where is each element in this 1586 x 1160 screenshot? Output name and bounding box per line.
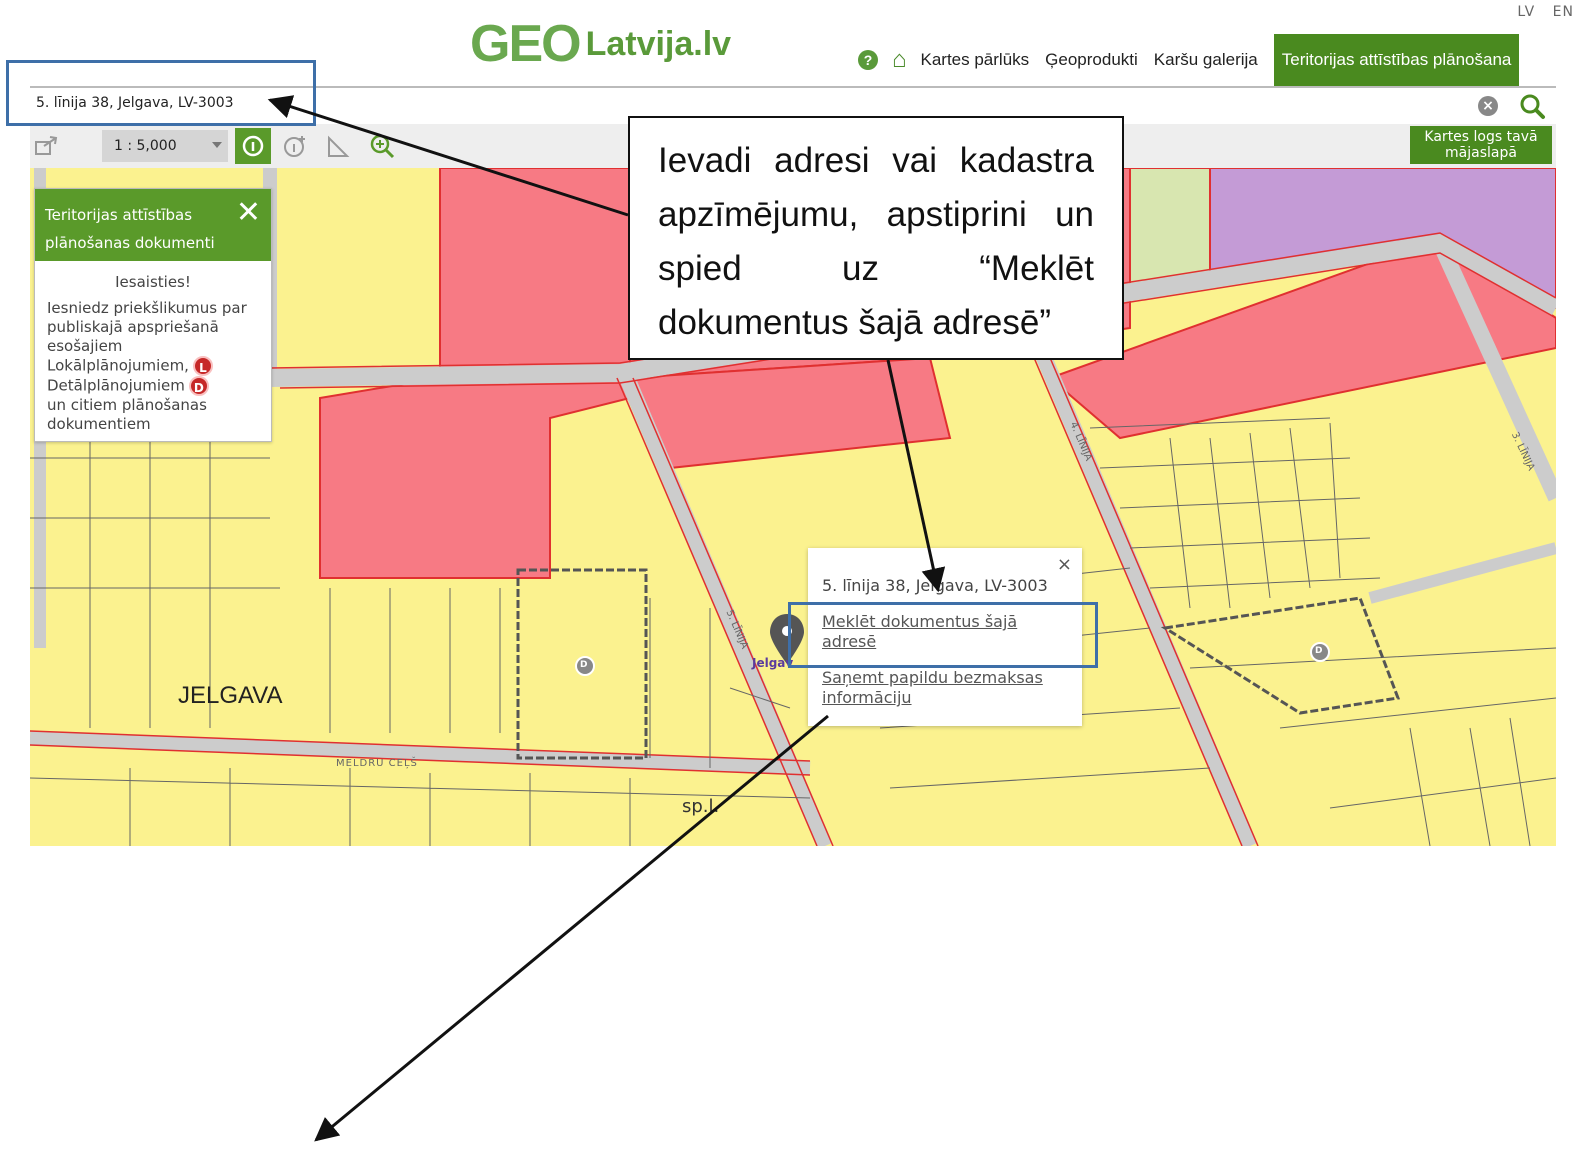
panel-body: Iesniedz priekšlikumus par publiskajā ap… [35, 291, 271, 434]
lang-en[interactable]: EN [1553, 4, 1574, 20]
callout-text: Ievadi adresi vai kadastra apzīmējumu, a… [658, 141, 1094, 342]
panel-line3[interactable]: Detālplānojumiem [47, 377, 185, 395]
d-marker-left-label: D [580, 660, 588, 670]
local-plan-badge: L [192, 356, 213, 376]
geolatvija-logo[interactable]: GEO Latvija.lv [470, 14, 731, 74]
clear-search-icon[interactable]: × [1478, 96, 1498, 116]
panel-line4: un citiem plānošanas dokumentiem [47, 396, 207, 433]
detail-plan-right [1160, 596, 1401, 715]
get-info-link[interactable]: Saņemt papildu bezmaksas informāciju [822, 668, 1062, 708]
nav-item-map-gallery[interactable]: Karšu galerija [1154, 50, 1258, 70]
nav-item-map-browser[interactable]: Kartes pārlūks [921, 50, 1030, 70]
home-icon[interactable]: ⌂ [892, 48, 907, 72]
popup-close-icon[interactable]: × [1057, 554, 1072, 575]
nav-item-geoproducts[interactable]: Ģeoprodukti [1045, 50, 1138, 70]
city-label: JELGAVA [178, 682, 283, 709]
lang-lv[interactable]: LV [1517, 4, 1535, 20]
panel-line2[interactable]: Lokālplānojumiem, [47, 357, 189, 375]
share-icon[interactable] [32, 132, 60, 160]
zoom-icon[interactable] [368, 132, 396, 160]
logo-latvija: Latvija.lv [585, 24, 732, 63]
search-icon[interactable] [1518, 92, 1546, 120]
planning-docs-panel: Teritorijas attīstības plānošanas dokume… [34, 188, 272, 442]
detail-plan-badge: D [188, 376, 209, 396]
measure-icon[interactable] [324, 132, 352, 160]
sp-label: sp.l. [682, 796, 720, 817]
info-icon [242, 135, 264, 157]
help-icon[interactable]: ? [858, 50, 878, 70]
highlight-search-box [6, 60, 316, 126]
highlight-link-box [788, 602, 1098, 668]
embed-map-button[interactable]: Kartes logs tavā mājaslapā [1410, 126, 1552, 164]
road-side [1368, 542, 1556, 604]
panel-line1: Iesniedz priekšlikumus par publiskajā ap… [47, 299, 247, 355]
logo-geo: GEO [470, 15, 582, 73]
instruction-callout: Ievadi adresi vai kadastra apzīmējumu, a… [628, 116, 1124, 360]
nav-item-territorial-planning[interactable]: Teritorijas attīstības plānošana [1273, 34, 1520, 86]
panel-title: Teritorijas attīstības plānošanas dokume… [45, 206, 215, 252]
main-nav: ? ⌂ Kartes pārlūks Ģeoprodukti Karšu gal… [858, 34, 1520, 86]
identify-button[interactable] [235, 128, 271, 164]
street-label-meldru: MELDRU CEĻŠ [336, 758, 418, 769]
road-meldru [30, 731, 811, 775]
scale-value: 1 : 5,000 [114, 138, 177, 154]
chevron-down-icon [212, 142, 222, 148]
language-switcher: LV EN [1517, 4, 1586, 20]
popup-address: 5. līnija 38, Jelgava, LV-3003 [822, 576, 1048, 595]
panel-subtitle: Iesaisties! [115, 273, 191, 291]
close-icon[interactable]: ✕ [236, 198, 261, 228]
panel-header: Teritorijas attīstības plānošanas dokume… [35, 189, 271, 261]
scale-select[interactable]: 1 : 5,000 [102, 130, 228, 162]
d-marker-right-label: D [1315, 646, 1323, 656]
info-plus-icon[interactable] [282, 132, 310, 160]
